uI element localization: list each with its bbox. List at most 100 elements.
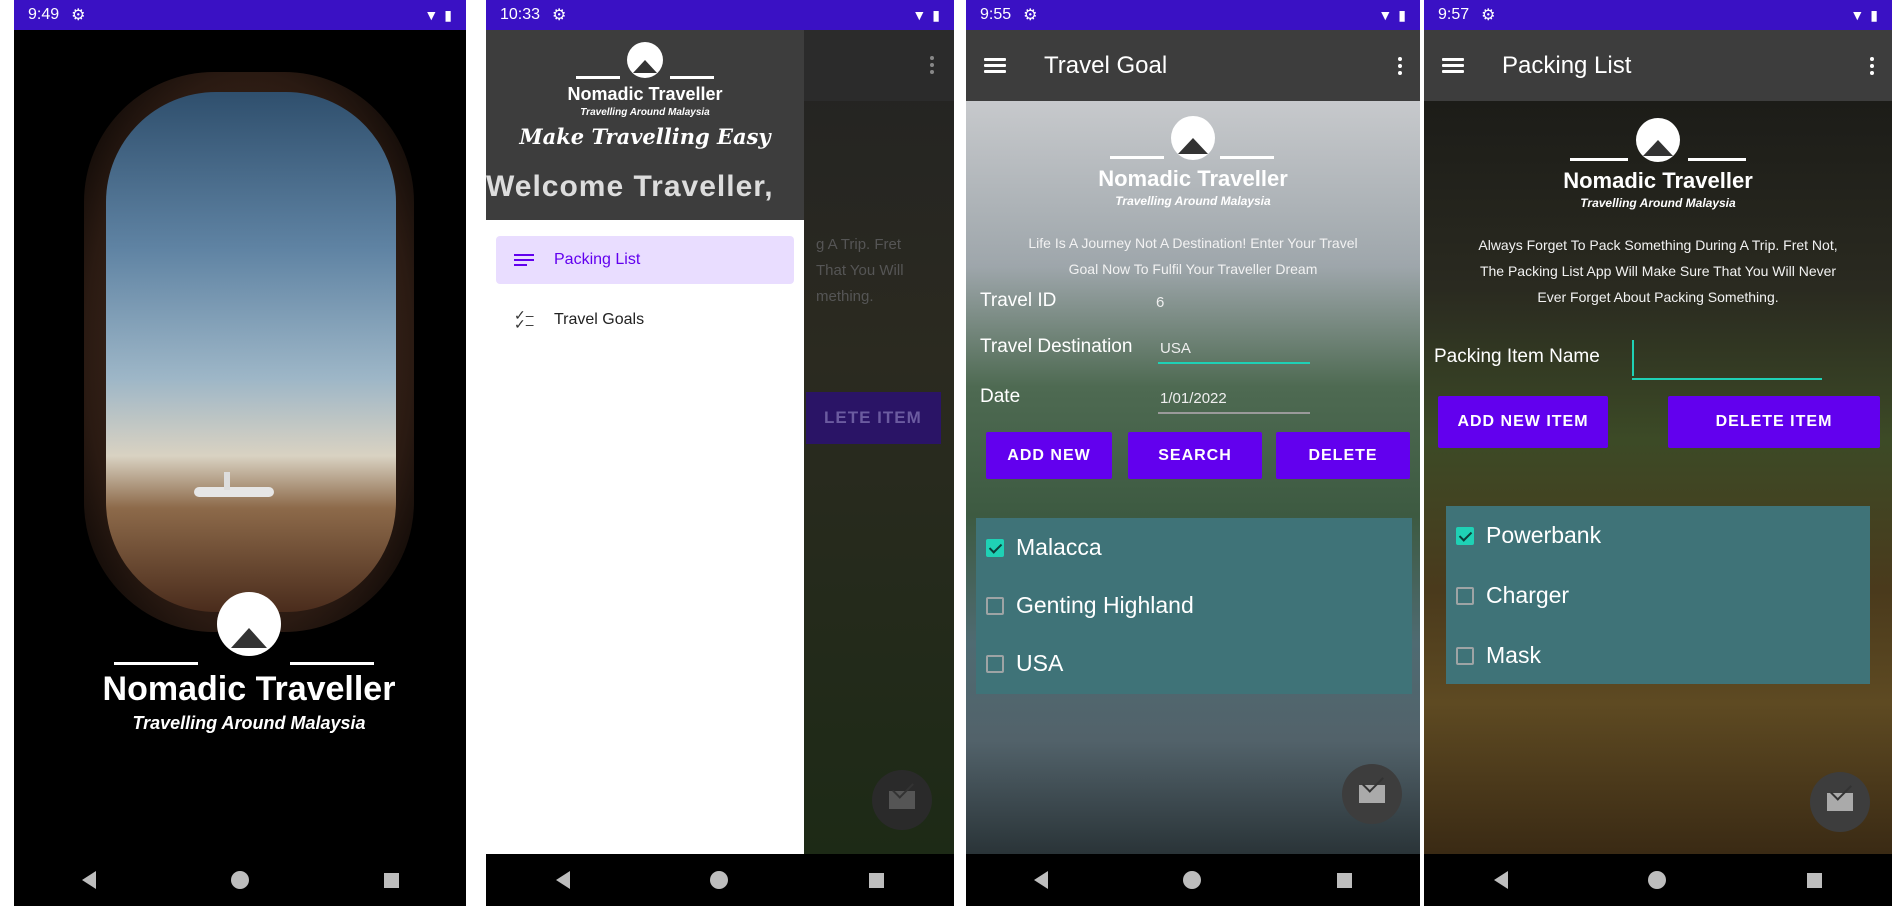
overflow-menu-icon[interactable] [1398, 56, 1402, 75]
packing-item-name-label: Packing Item Name [1434, 346, 1600, 367]
travel-id-label: Travel ID [980, 290, 1057, 311]
home-icon[interactable] [1648, 871, 1667, 889]
travel-destination-label: Travel Destination [980, 336, 1133, 357]
search-button[interactable]: SEARCH [1128, 432, 1262, 479]
system-nav-bar [966, 854, 1420, 906]
date-underline [1158, 412, 1310, 414]
back-icon[interactable] [1494, 871, 1509, 889]
drawer-header: Nomadic Traveller Travelling Around Mala… [486, 30, 804, 220]
wifi-icon: ▼ [912, 7, 927, 23]
logo-line-right [290, 662, 374, 665]
list-icon [514, 254, 534, 266]
splash-screen: 9:49 ⚙ ▼ ▮ Nomadic Traveller Travelling A… [14, 0, 466, 906]
status-time: 10:33 [500, 6, 541, 23]
email-fab[interactable] [1342, 764, 1402, 824]
travel-goal-list: Malacca Genting Highland USA [976, 518, 1412, 694]
back-icon[interactable] [556, 871, 571, 889]
travel-id-value: 6 [1156, 294, 1165, 311]
date-label: Date [980, 386, 1021, 407]
delete-item-button[interactable]: DELETE ITEM [1668, 396, 1880, 448]
back-icon[interactable] [81, 871, 96, 889]
background-image [1424, 101, 1892, 854]
recents-icon[interactable] [1337, 872, 1353, 888]
add-new-item-button[interactable]: ADD NEW ITEM [1438, 396, 1608, 448]
status-bar: 9:57 ⚙ ▼ ▮ [1424, 0, 1892, 30]
status-icons: ▼ ▮ [1378, 7, 1406, 24]
date-input[interactable]: 1/01/2022 [1160, 390, 1227, 407]
travel-goal-screen: 9:55 ⚙ ▼ ▮ Travel Goal Nomadic Traveller … [966, 0, 1420, 906]
list-item[interactable]: Charger [1456, 582, 1569, 609]
checkbox[interactable] [1456, 646, 1474, 665]
packing-list-screen: 9:57 ⚙ ▼ ▮ Packing List Nomadic Traveller… [1424, 0, 1892, 906]
overflow-menu-icon[interactable] [1870, 56, 1874, 75]
system-nav-bar [1424, 854, 1892, 906]
app-name: Nomadic Traveller [102, 670, 396, 708]
wifi-icon: ▼ [424, 7, 439, 23]
battery-icon: ▮ [444, 6, 452, 23]
app-subtitle: Travelling Around Malaysia [1115, 194, 1271, 208]
logo-icon [217, 592, 281, 656]
settings-icon: ⚙ [71, 7, 86, 24]
logo-line-left [114, 662, 198, 665]
settings-icon: ⚙ [552, 7, 567, 24]
recents-icon[interactable] [868, 872, 884, 888]
email-fab[interactable] [1810, 772, 1870, 832]
status-time: 9:49 [28, 6, 60, 23]
home-icon[interactable] [710, 871, 729, 889]
background-overflow-icon [930, 56, 934, 74]
app-name: Nomadic Traveller [1098, 166, 1288, 191]
system-nav-bar [486, 854, 954, 906]
app-bar: Travel Goal [966, 30, 1420, 101]
travel-destination-input[interactable]: USA [1160, 340, 1191, 357]
recents-icon[interactable] [1806, 872, 1822, 888]
home-icon[interactable] [230, 871, 249, 889]
menu-icon[interactable] [1442, 57, 1464, 74]
email-icon [1827, 793, 1853, 811]
packing-logo: Nomadic Traveller Travelling Around Mala… [1424, 118, 1892, 210]
goal-logo: Nomadic Traveller Travelling Around Mala… [966, 116, 1420, 208]
list-item[interactable]: Genting Highland [986, 592, 1194, 619]
app-subtitle: Travelling Around Malaysia [580, 107, 710, 118]
status-time: 9:55 [980, 6, 1012, 23]
airplane-icon [194, 487, 274, 497]
status-bar: 10:33 ⚙ ▼ ▮ [486, 0, 954, 30]
logo-line-left [1570, 158, 1628, 161]
battery-icon: ▮ [1398, 6, 1406, 23]
packing-item-list: Powerbank Charger Mask [1446, 506, 1870, 684]
tagline: Make Travelling Easy [519, 124, 771, 149]
drawer-item-travel-goals[interactable]: ✓– ✓– Travel Goals [496, 296, 794, 344]
checkbox[interactable] [986, 538, 1004, 557]
goal-description: Life Is A Journey Not A Destination! Ent… [1028, 235, 1358, 277]
logo-icon [1171, 116, 1215, 160]
window-view-image [106, 92, 396, 612]
splash-logo: Nomadic Traveller Travelling Around Mala… [84, 592, 414, 734]
back-icon[interactable] [1033, 871, 1048, 889]
checkbox[interactable] [986, 596, 1004, 615]
home-icon[interactable] [1183, 871, 1202, 889]
app-subtitle: Travelling Around Malaysia [1580, 196, 1736, 210]
app-subtitle: Travelling Around Malaysia [132, 713, 366, 733]
battery-icon: ▮ [932, 6, 940, 23]
menu-icon[interactable] [984, 57, 1006, 74]
logo-line-right [1688, 158, 1746, 161]
wifi-icon: ▼ [1850, 7, 1865, 23]
list-item[interactable]: USA [986, 650, 1063, 677]
settings-icon: ⚙ [1023, 7, 1038, 24]
list-item[interactable]: Malacca [986, 534, 1102, 561]
email-icon [1359, 785, 1385, 803]
battery-icon: ▮ [1870, 6, 1878, 23]
checkbox[interactable] [1456, 526, 1474, 545]
checkbox[interactable] [1456, 586, 1474, 605]
checklist-icon: ✓– ✓– [514, 307, 534, 332]
list-item[interactable]: Powerbank [1456, 522, 1601, 549]
logo-line-right [1220, 156, 1274, 159]
recents-icon[interactable] [383, 872, 399, 888]
packing-item-name-input[interactable] [1632, 340, 1824, 376]
app-name: Nomadic Traveller [567, 84, 723, 104]
checkbox[interactable] [986, 654, 1004, 673]
drawer-item-packing-list[interactable]: Packing List [496, 236, 794, 284]
add-new-button[interactable]: ADD NEW [986, 432, 1112, 479]
delete-button[interactable]: DELETE [1276, 432, 1410, 479]
list-item[interactable]: Mask [1456, 642, 1541, 669]
status-icons: ▼ ▮ [1850, 7, 1878, 24]
